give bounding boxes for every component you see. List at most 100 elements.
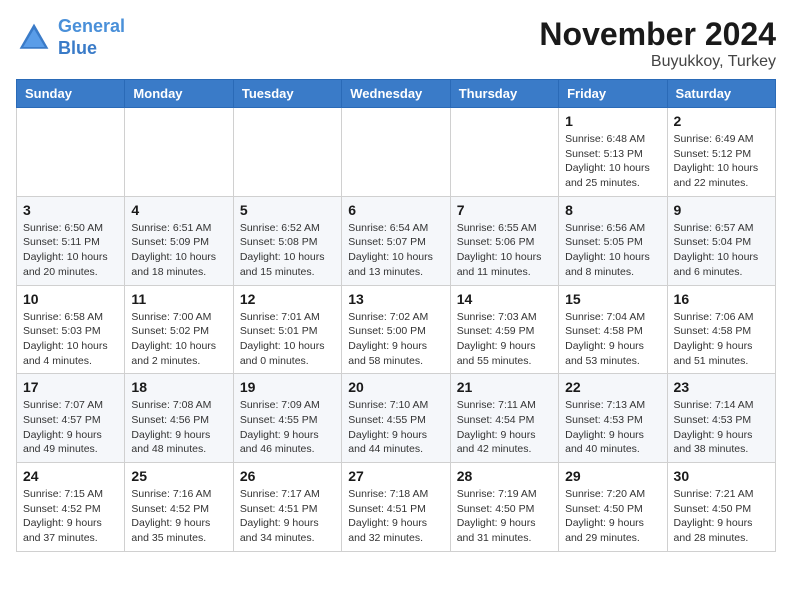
calendar-cell [233,108,341,197]
day-number: 25 [131,468,226,484]
title-block: November 2024 Buyukkoy, Turkey [539,16,776,71]
calendar-cell: 10Sunrise: 6:58 AMSunset: 5:03 PMDayligh… [17,285,125,374]
calendar-cell: 8 Sunrise: 6:56 AMSunset: 5:05 PMDaylight… [559,196,667,285]
day-info: Sunrise: 7:20 AMSunset: 4:50 PMDaylight:… [565,487,660,546]
weekday-header: Saturday [667,80,775,108]
calendar-cell: 30 Sunrise: 7:21 AMSunset: 4:50 PMDayligh… [667,463,775,552]
day-number: 22 [565,379,660,395]
day-info: Sunrise: 7:17 AMSunset: 4:51 PMDaylight:… [240,487,335,546]
calendar-cell: 15Sunrise: 7:04 AMSunset: 4:58 PMDayligh… [559,285,667,374]
day-info: Sunrise: 6:56 AMSunset: 5:05 PMDaylight:… [565,221,660,280]
month-title: November 2024 [539,16,776,53]
day-info: Sunrise: 7:21 AMSunset: 4:50 PMDaylight:… [674,487,769,546]
day-number: 9 [674,202,769,218]
day-number: 19 [240,379,335,395]
calendar-cell [125,108,233,197]
day-number: 7 [457,202,552,218]
day-number: 15 [565,291,660,307]
calendar-cell [342,108,450,197]
calendar-cell: 22 Sunrise: 7:13 AMSunset: 4:53 PMDayligh… [559,374,667,463]
calendar-cell [17,108,125,197]
day-info: Sunrise: 6:52 AMSunset: 5:08 PMDaylight:… [240,221,335,280]
day-number: 21 [457,379,552,395]
day-info: Sunrise: 6:55 AMSunset: 5:06 PMDaylight:… [457,221,552,280]
weekday-header: Wednesday [342,80,450,108]
day-number: 27 [348,468,443,484]
calendar-cell: 7 Sunrise: 6:55 AMSunset: 5:06 PMDaylight… [450,196,558,285]
calendar-cell: 19 Sunrise: 7:09 AMSunset: 4:55 PMDayligh… [233,374,341,463]
day-number: 6 [348,202,443,218]
calendar-cell: 2 Sunrise: 6:49 AMSunset: 5:12 PMDaylight… [667,108,775,197]
day-info: Sunrise: 7:13 AMSunset: 4:53 PMDaylight:… [565,398,660,457]
day-info: Sunrise: 7:07 AMSunset: 4:57 PMDaylight:… [23,398,118,457]
logo-text: General Blue [58,16,125,59]
day-number: 13 [348,291,443,307]
day-number: 18 [131,379,226,395]
calendar-cell: 3Sunrise: 6:50 AMSunset: 5:11 PMDaylight… [17,196,125,285]
calendar-week-row: 3Sunrise: 6:50 AMSunset: 5:11 PMDaylight… [17,196,776,285]
day-info: Sunrise: 7:01 AMSunset: 5:01 PMDaylight:… [240,310,335,369]
day-number: 8 [565,202,660,218]
day-info: Sunrise: 7:14 AMSunset: 4:53 PMDaylight:… [674,398,769,457]
day-info: Sunrise: 6:48 AMSunset: 5:13 PMDaylight:… [565,132,660,191]
day-number: 23 [674,379,769,395]
day-info: Sunrise: 7:18 AMSunset: 4:51 PMDaylight:… [348,487,443,546]
day-number: 17 [23,379,118,395]
day-info: Sunrise: 6:50 AMSunset: 5:11 PMDaylight:… [23,221,118,280]
day-number: 1 [565,113,660,129]
calendar-cell: 9 Sunrise: 6:57 AMSunset: 5:04 PMDaylight… [667,196,775,285]
day-number: 11 [131,291,226,307]
weekday-header: Friday [559,80,667,108]
calendar-cell: 21 Sunrise: 7:11 AMSunset: 4:54 PMDayligh… [450,374,558,463]
day-info: Sunrise: 6:57 AMSunset: 5:04 PMDaylight:… [674,221,769,280]
day-number: 4 [131,202,226,218]
calendar-cell: 26 Sunrise: 7:17 AMSunset: 4:51 PMDayligh… [233,463,341,552]
calendar-cell: 12 Sunrise: 7:01 AMSunset: 5:01 PMDayligh… [233,285,341,374]
calendar-header-row: SundayMondayTuesdayWednesdayThursdayFrid… [17,80,776,108]
day-info: Sunrise: 7:08 AMSunset: 4:56 PMDaylight:… [131,398,226,457]
day-info: Sunrise: 7:15 AMSunset: 4:52 PMDaylight:… [23,487,118,546]
day-info: Sunrise: 7:06 AMSunset: 4:58 PMDaylight:… [674,310,769,369]
weekday-header: Sunday [17,80,125,108]
logo: General Blue [16,16,125,59]
calendar-cell: 16Sunrise: 7:06 AMSunset: 4:58 PMDayligh… [667,285,775,374]
calendar-week-row: 10Sunrise: 6:58 AMSunset: 5:03 PMDayligh… [17,285,776,374]
weekday-header: Thursday [450,80,558,108]
day-info: Sunrise: 6:49 AMSunset: 5:12 PMDaylight:… [674,132,769,191]
day-info: Sunrise: 7:16 AMSunset: 4:52 PMDaylight:… [131,487,226,546]
weekday-header: Tuesday [233,80,341,108]
day-info: Sunrise: 7:00 AMSunset: 5:02 PMDaylight:… [131,310,226,369]
location: Buyukkoy, Turkey [539,53,776,71]
day-number: 12 [240,291,335,307]
logo-icon [16,20,52,56]
calendar-cell: 14Sunrise: 7:03 AMSunset: 4:59 PMDayligh… [450,285,558,374]
calendar-cell: 6Sunrise: 6:54 AMSunset: 5:07 PMDaylight… [342,196,450,285]
calendar-cell: 27 Sunrise: 7:18 AMSunset: 4:51 PMDayligh… [342,463,450,552]
calendar-week-row: 17 Sunrise: 7:07 AMSunset: 4:57 PMDayligh… [17,374,776,463]
day-info: Sunrise: 7:03 AMSunset: 4:59 PMDaylight:… [457,310,552,369]
calendar-cell: 17 Sunrise: 7:07 AMSunset: 4:57 PMDayligh… [17,374,125,463]
logo-line1: General [58,16,125,36]
day-number: 28 [457,468,552,484]
day-number: 2 [674,113,769,129]
calendar-cell: 24 Sunrise: 7:15 AMSunset: 4:52 PMDayligh… [17,463,125,552]
calendar-cell: 29Sunrise: 7:20 AMSunset: 4:50 PMDayligh… [559,463,667,552]
calendar-cell: 4Sunrise: 6:51 AMSunset: 5:09 PMDaylight… [125,196,233,285]
calendar-cell: 1 Sunrise: 6:48 AMSunset: 5:13 PMDaylight… [559,108,667,197]
calendar-cell [450,108,558,197]
calendar-cell: 28Sunrise: 7:19 AMSunset: 4:50 PMDayligh… [450,463,558,552]
calendar-cell: 25 Sunrise: 7:16 AMSunset: 4:52 PMDayligh… [125,463,233,552]
day-info: Sunrise: 6:58 AMSunset: 5:03 PMDaylight:… [23,310,118,369]
day-info: Sunrise: 7:11 AMSunset: 4:54 PMDaylight:… [457,398,552,457]
day-info: Sunrise: 7:02 AMSunset: 5:00 PMDaylight:… [348,310,443,369]
day-info: Sunrise: 7:09 AMSunset: 4:55 PMDaylight:… [240,398,335,457]
day-number: 24 [23,468,118,484]
calendar-cell: 5 Sunrise: 6:52 AMSunset: 5:08 PMDaylight… [233,196,341,285]
day-number: 26 [240,468,335,484]
weekday-header: Monday [125,80,233,108]
day-number: 20 [348,379,443,395]
day-number: 5 [240,202,335,218]
calendar-cell: 23 Sunrise: 7:14 AMSunset: 4:53 PMDayligh… [667,374,775,463]
day-number: 30 [674,468,769,484]
calendar-cell: 20Sunrise: 7:10 AMSunset: 4:55 PMDayligh… [342,374,450,463]
